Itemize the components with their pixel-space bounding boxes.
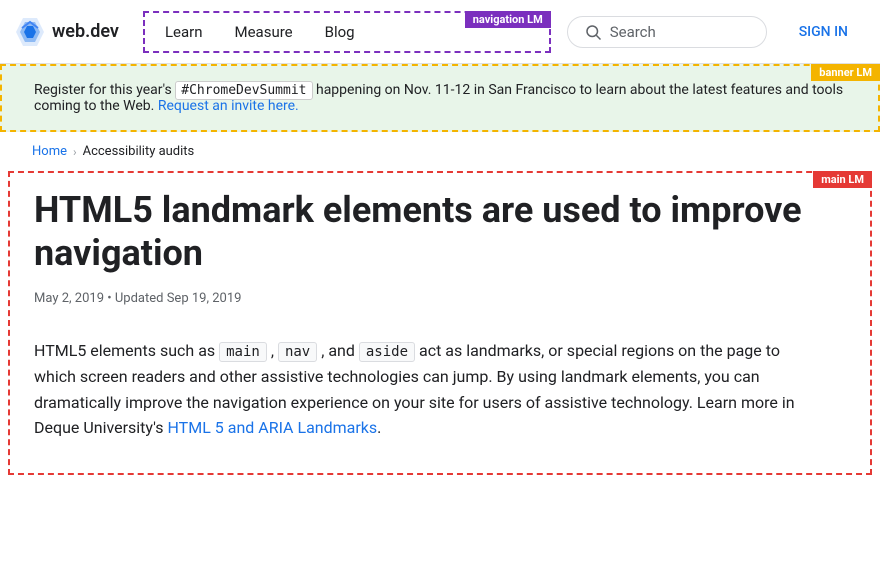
code-aside: aside [359, 342, 415, 362]
body-and: , and [321, 341, 359, 360]
body-comma1: , [271, 341, 278, 360]
banner: banner LM Register for this year's #Chro… [0, 64, 880, 132]
main-label: main LM [813, 171, 872, 188]
code-nav: nav [278, 342, 317, 362]
breadcrumb: Home › Accessibility audits [0, 132, 880, 171]
body-intro: HTML5 elements such as [34, 341, 215, 360]
banner-label: banner LM [811, 64, 880, 81]
logo-icon [16, 18, 44, 46]
search-icon [584, 23, 602, 41]
code-main: main [219, 342, 267, 362]
main-nav: Learn Measure Blog [149, 15, 371, 49]
nav-item-measure[interactable]: Measure [219, 15, 309, 49]
article-link[interactable]: HTML 5 and ARIA Landmarks [167, 418, 377, 437]
article-title: HTML5 landmark elements are used to impr… [34, 189, 814, 275]
breadcrumb-home[interactable]: Home [32, 144, 67, 159]
logo-text: web.dev [52, 21, 119, 42]
article-body: HTML5 elements such as main , nav , and … [34, 338, 814, 440]
search-placeholder: Search [610, 23, 656, 41]
breadcrumb-separator: › [73, 145, 77, 159]
article-date: May 2, 2019 • Updated Sep 19, 2019 [34, 291, 846, 306]
nav-badge: navigation LM [465, 11, 551, 28]
logo-area: web.dev [16, 18, 119, 46]
banner-link[interactable]: Request an invite here. [158, 98, 299, 114]
banner-text: Register for this year's #ChromeDevSummi… [34, 82, 846, 114]
article-paragraph: HTML5 elements such as main , nav , and … [34, 338, 814, 440]
nav-item-learn[interactable]: Learn [149, 15, 219, 49]
breadcrumb-current: Accessibility audits [83, 144, 195, 159]
main-content: main LM HTML5 landmark elements are used… [8, 171, 872, 475]
nav-item-blog[interactable]: Blog [309, 15, 371, 49]
body-end: . [377, 418, 381, 437]
article-date-published: May 2, 2019 [34, 291, 104, 306]
article-date-separator: • [107, 291, 115, 306]
sign-in-button[interactable]: SIGN IN [783, 16, 864, 48]
article-date-updated: Updated Sep 19, 2019 [115, 291, 242, 306]
banner-text-before: Register for this year's [34, 82, 172, 98]
nav-wrapper: navigation LM Learn Measure Blog [143, 11, 551, 53]
header: web.dev navigation LM Learn Measure Blog… [0, 0, 880, 64]
search-area[interactable]: Search [567, 16, 767, 48]
